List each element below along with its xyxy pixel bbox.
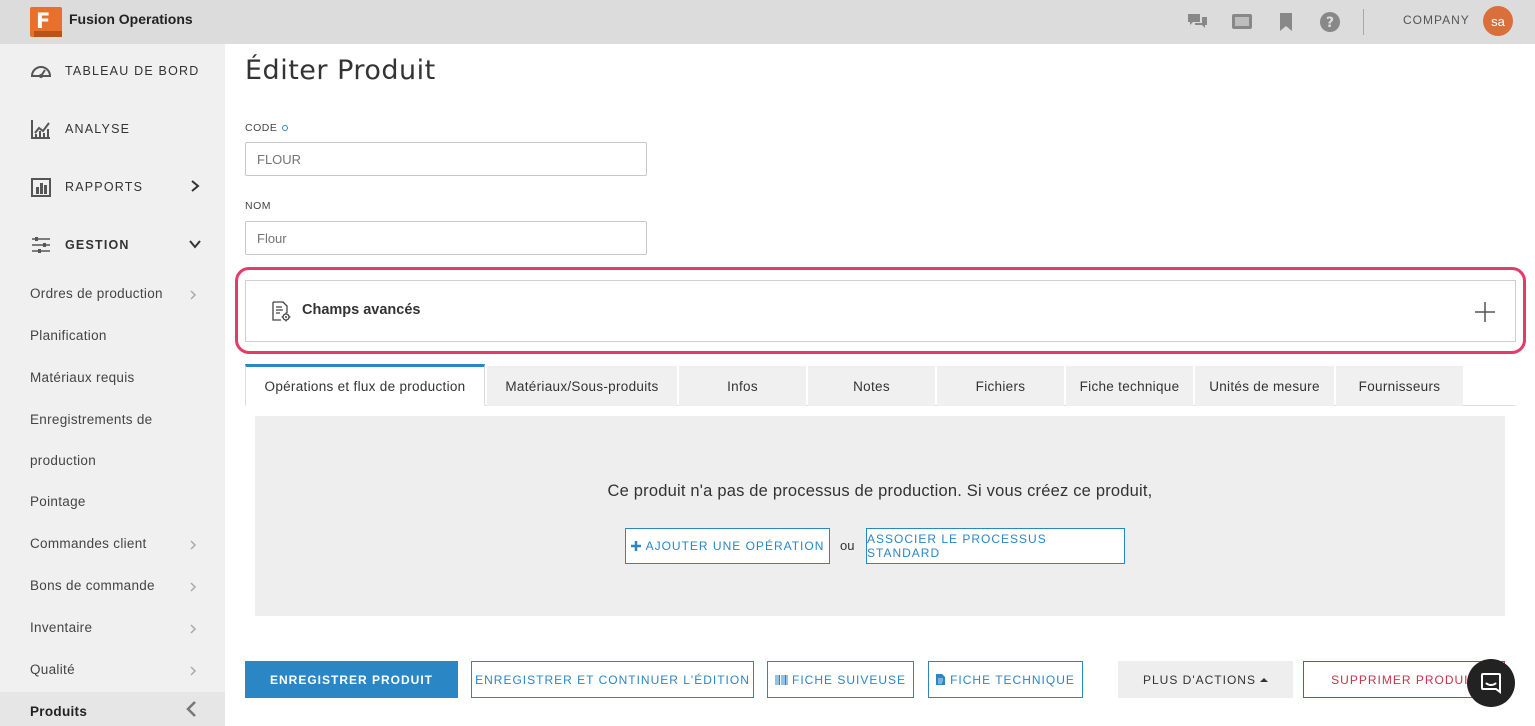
nav-reports[interactable]: RAPPORTS [0, 167, 225, 207]
empty-state-message: Ce produit n'a pas de processus de produ… [607, 482, 1153, 500]
company-name[interactable]: COMPANY [1403, 13, 1470, 27]
name-input[interactable] [245, 221, 647, 255]
nav-analysis-label: ANALYSE [65, 122, 131, 136]
nav-reports-label: RAPPORTS [65, 180, 144, 194]
save-continue-button[interactable]: ENREGISTRER ET CONTINUER L'ÉDITION [471, 661, 754, 698]
advanced-fields-panel[interactable]: Champs avancés [245, 280, 1516, 342]
nav-production-records-cont[interactable]: production [30, 453, 96, 468]
save-product-button[interactable]: ENREGISTRER PRODUIT [245, 661, 458, 698]
chevron-right-icon [190, 582, 197, 592]
chart-icon [31, 120, 50, 139]
bookmark-icon[interactable] [1275, 11, 1297, 33]
nav-timekeeping[interactable]: Pointage [30, 494, 86, 509]
tab-notes[interactable]: Notes [808, 366, 935, 406]
chevron-down-icon [189, 240, 201, 249]
operations-empty-state: Ce produit n'a pas de processus de produ… [255, 416, 1505, 616]
associate-standard-process-button[interactable]: ASSOCIER LE PROCESSUS STANDARD [866, 528, 1125, 564]
more-actions-button[interactable]: PLUS D'ACTIONS [1118, 661, 1293, 698]
nav-inventory[interactable]: Inventaire [30, 620, 92, 635]
nav-quality[interactable]: Qualité [30, 662, 75, 677]
svg-text:?: ? [1326, 15, 1334, 31]
help-icon[interactable]: ? [1319, 11, 1341, 33]
tab-suppliers[interactable]: Fournisseurs [1336, 366, 1463, 406]
chevron-right-icon [190, 624, 197, 634]
associate-process-label: ASSOCIER LE PROCESSUS STANDARD [867, 532, 1047, 560]
tab-info[interactable]: Infos [679, 366, 806, 406]
tab-materials[interactable]: Matériaux/Sous-produits [487, 366, 677, 406]
tab-tech-sheet[interactable]: Fiche technique [1066, 366, 1193, 406]
nav-production-orders[interactable]: Ordres de production [30, 286, 163, 301]
plus-icon [630, 541, 641, 551]
tech-sheet-button[interactable]: FICHE TECHNIQUE [928, 661, 1083, 698]
chat-icon[interactable] [1187, 11, 1209, 33]
header-divider [1363, 9, 1364, 35]
advanced-fields-label: Champs avancés [302, 302, 421, 318]
nav-dashboard[interactable]: TABLEAU DE BORD [0, 51, 225, 91]
sidebar: TABLEAU DE BORD ANALYSE RAPPORTS GESTION… [0, 44, 225, 726]
save-continue-label: ENREGISTRER ET CONTINUER L'ÉDITION [475, 672, 750, 687]
nav-products-row[interactable]: Produits [0, 692, 225, 726]
chevron-right-icon [191, 180, 200, 192]
nav-dashboard-label: TABLEAU DE BORD [65, 64, 200, 78]
collapse-sidebar-icon[interactable] [183, 700, 201, 718]
code-label-text: CODE [245, 122, 278, 134]
caret-up-icon [1259, 677, 1268, 682]
code-label: CODE [245, 122, 289, 134]
document-settings-icon [272, 301, 291, 322]
barcode-icon [775, 674, 788, 685]
chevron-right-icon [190, 540, 197, 550]
expand-plus-icon[interactable] [1474, 301, 1496, 323]
top-bar: F Fusion Operations ? COMPANY sa [0, 0, 1535, 44]
tab-operations[interactable]: Opérations et flux de production [245, 364, 485, 406]
product-tabs: Opérations et flux de production Matéria… [245, 364, 1515, 406]
chat-bubble-icon [1481, 673, 1501, 694]
tech-sheet-label: FICHE TECHNIQUE [950, 672, 1075, 687]
logo-letter: F [36, 9, 51, 33]
more-actions-label: PLUS D'ACTIONS [1143, 672, 1256, 687]
dashboard-icon [30, 66, 52, 78]
chevron-right-icon [190, 666, 197, 676]
name-label: NOM [245, 200, 271, 212]
nav-products: Produits [30, 704, 88, 719]
user-avatar[interactable]: sa [1483, 6, 1513, 36]
nav-analysis[interactable]: ANALYSE [0, 109, 225, 149]
chevron-right-icon [190, 290, 197, 300]
tab-units[interactable]: Unités de mesure [1195, 366, 1334, 406]
or-text: ou [840, 538, 855, 553]
page-title: Éditer Produit [245, 55, 436, 86]
nav-management-label: GESTION [65, 238, 130, 252]
add-operation-label: AJOUTER UNE OPÉRATION [645, 539, 825, 553]
sliders-icon [32, 237, 50, 253]
fusion-logo[interactable]: F [30, 7, 62, 37]
reports-icon [31, 178, 51, 197]
nav-purchase-orders[interactable]: Bons de commande [30, 578, 155, 593]
tracker-sheet-label: FICHE SUIVEUSE [791, 672, 907, 687]
nav-production-records[interactable]: Enregistrements de [30, 412, 152, 427]
add-operation-button[interactable]: AJOUTER UNE OPÉRATION [625, 528, 830, 564]
nav-required-materials[interactable]: Matériaux requis [30, 370, 135, 385]
tab-files[interactable]: Fichiers [937, 366, 1064, 406]
required-indicator-icon [282, 125, 289, 132]
code-input[interactable] [245, 142, 647, 176]
file-icon [936, 674, 946, 685]
support-chat-launcher[interactable] [1467, 659, 1515, 707]
tracker-sheet-button[interactable]: FICHE SUIVEUSE [767, 661, 914, 698]
app-title[interactable]: Fusion Operations [69, 11, 193, 27]
nav-planning[interactable]: Planification [30, 328, 107, 343]
nav-customer-orders[interactable]: Commandes client [30, 536, 147, 551]
nav-management[interactable]: GESTION [0, 225, 225, 265]
kiosk-icon[interactable] [1231, 11, 1253, 33]
